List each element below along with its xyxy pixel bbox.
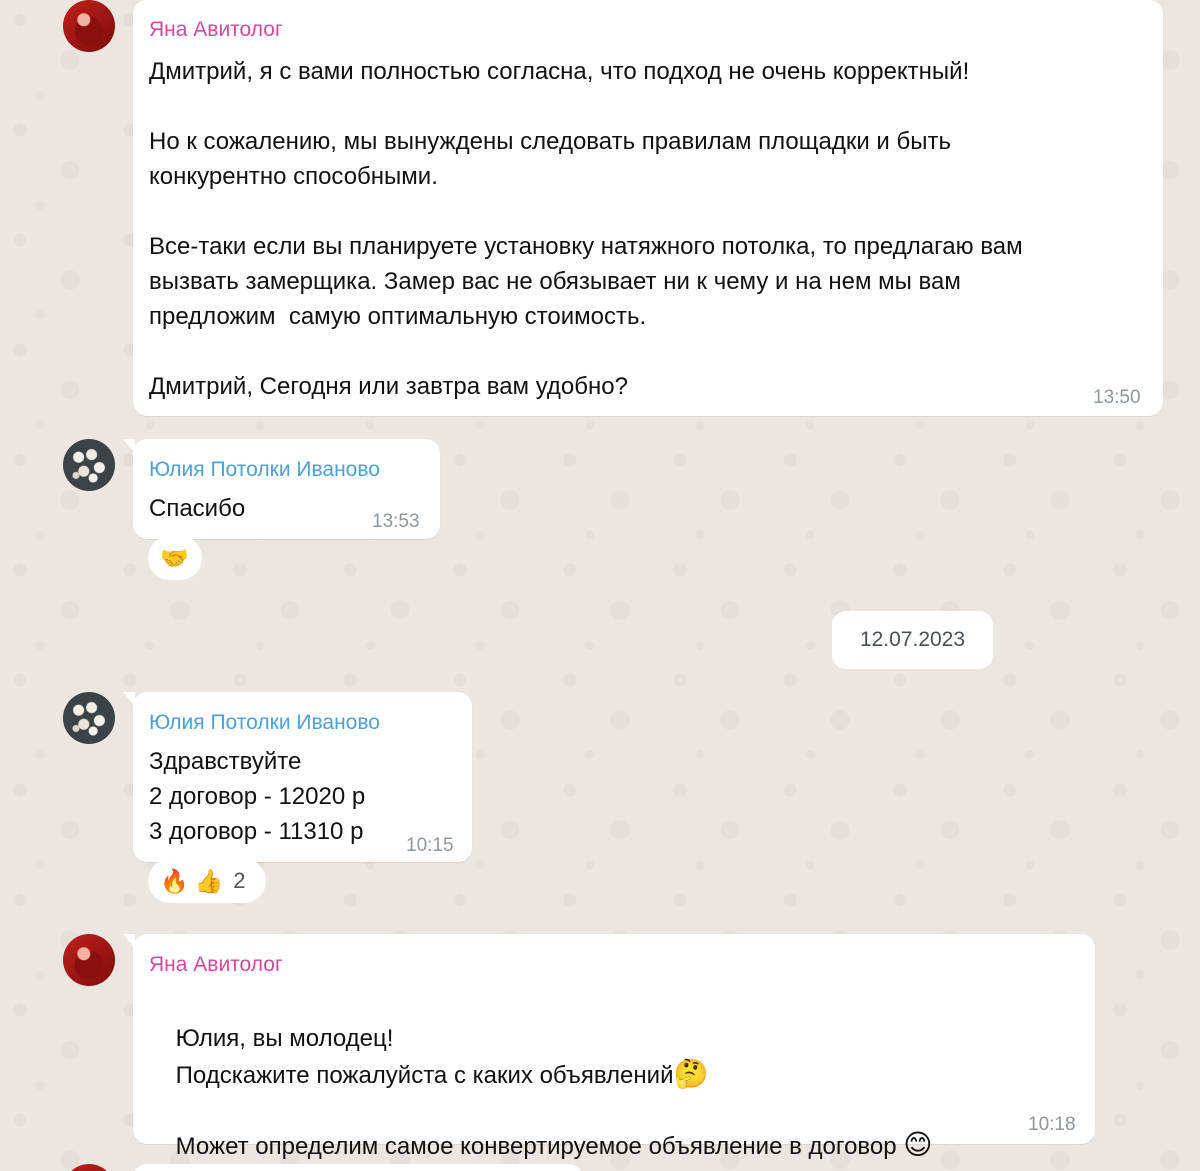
- avatar-yana[interactable]: [63, 934, 115, 986]
- reaction-count: 2: [233, 868, 246, 893]
- avatar-partial[interactable]: [63, 1164, 115, 1171]
- handshake-reaction-icon[interactable]: 🤝: [160, 545, 189, 572]
- message-time: 10:15: [406, 835, 454, 856]
- smiling-face-icon: 😊: [903, 1129, 933, 1160]
- message-text-line: Может определим самое конвертируемое объ…: [149, 1092, 933, 1171]
- sender-name[interactable]: Юлия Потолки Иваново: [149, 711, 380, 735]
- message-time: 10:18: [1028, 1114, 1076, 1135]
- avatar-yulia[interactable]: [63, 439, 115, 491]
- message-time: 13:53: [372, 511, 420, 532]
- message-bubble-partial: [133, 1164, 583, 1171]
- bubble-tail: [123, 439, 135, 453]
- reactions-bar[interactable]: 🔥 👍 2: [148, 859, 266, 903]
- message-time: 13:50: [1093, 387, 1141, 408]
- message-text: Спасибо: [149, 495, 246, 522]
- thumbs-up-reaction-icon[interactable]: 👍: [195, 868, 224, 895]
- message-bubble: Яна Авитолог Юлия, вы молодец! Подскажит…: [123, 934, 1095, 1160]
- sender-name[interactable]: Юлия Потолки Иваново: [149, 458, 380, 482]
- avatar-yana[interactable]: [63, 0, 115, 52]
- message-text: Здравствуйте 2 договор - 12020 р 3 догов…: [149, 748, 366, 845]
- reactions-bar[interactable]: 🤝: [148, 536, 202, 580]
- message-text: Подскажите пожалуйста с каких объявлений: [175, 1062, 674, 1089]
- bubble-tail: [123, 934, 135, 948]
- message-text: Может определим самое конвертируемое объ…: [175, 1133, 897, 1160]
- fire-reaction-icon[interactable]: 🔥: [160, 868, 189, 895]
- message-text: Дмитрий, я с вами полностью согласна, чт…: [149, 58, 1023, 400]
- sender-name[interactable]: Яна Авитолог: [149, 18, 283, 42]
- thinking-face-icon: 🤔: [673, 1058, 709, 1089]
- message-bubble: Юлия Потолки Иваново Здравствуйте 2 дого…: [123, 692, 472, 862]
- avatar-yulia[interactable]: [63, 692, 115, 744]
- date-separator: 12.07.2023: [832, 611, 993, 669]
- message-bubble: Яна Авитолог Дмитрий, я с вами полностью…: [133, 0, 1163, 416]
- sender-name[interactable]: Яна Авитолог: [149, 953, 283, 977]
- date-label: 12.07.2023: [859, 628, 966, 651]
- message-bubble: Юлия Потолки Иваново Спасибо 13:53: [123, 439, 440, 539]
- bubble-tail: [123, 692, 135, 706]
